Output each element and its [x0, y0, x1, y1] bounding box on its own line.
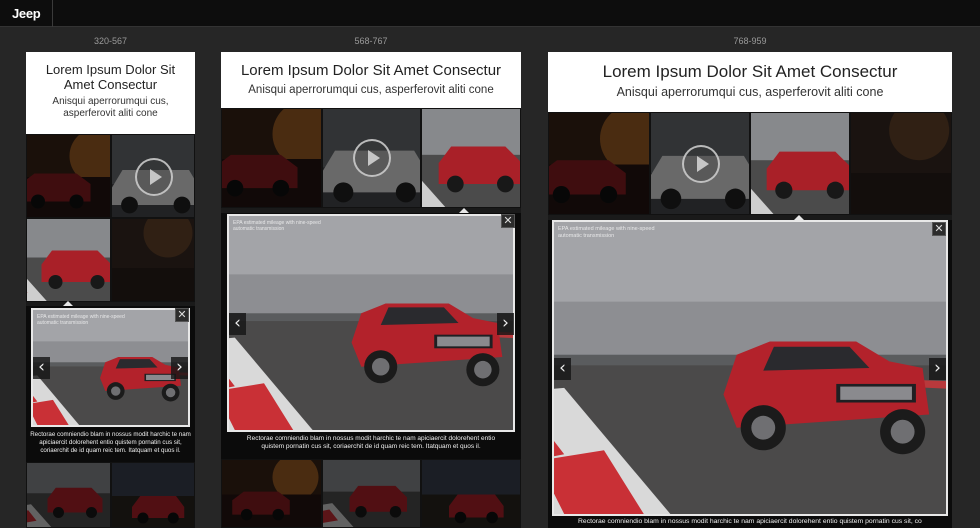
gallery-tile[interactable] — [221, 459, 322, 528]
layout-medium: Lorem Ipsum Dolor Sit Amet Consectur Ani… — [221, 52, 521, 528]
chevron-left-icon[interactable]: ‹ — [33, 357, 50, 379]
gallery-tile-selected[interactable] — [750, 112, 850, 215]
gallery-tile[interactable] — [111, 218, 195, 302]
header-subtitle: Anisqui aperrorumqui cus, asperferovit a… — [52, 96, 169, 119]
layout-large: Lorem Ipsum Dolor Sit Amet Consectur Ani… — [548, 52, 952, 528]
gallery-tile[interactable] — [26, 462, 111, 528]
chevron-right-icon[interactable]: › — [171, 357, 188, 379]
media-modal: EPA estimated mileage with nine-speed au… — [221, 213, 521, 459]
nav-divider — [52, 0, 53, 27]
close-icon[interactable]: ✕ — [175, 308, 189, 322]
modal-caption: Rectorae comniendio blam in nossus modit… — [578, 518, 922, 525]
modal-image: EPA estimated mileage with nine-speed au… — [31, 308, 190, 427]
epa-note: EPA estimated mileage with nine-speed au… — [37, 314, 125, 327]
breakpoint-label-medium: 568-767 — [354, 36, 388, 46]
gallery-tile-video[interactable] — [111, 134, 195, 218]
gallery-tile[interactable] — [26, 134, 111, 218]
gallery-tile[interactable] — [850, 112, 952, 215]
media-modal: EPA estimated mileage with nine-speed au… — [548, 220, 952, 528]
jeep-logo[interactable]: Jeep — [12, 6, 41, 21]
gallery-tile-selected[interactable] — [26, 218, 111, 302]
epa-note: EPA estimated mileage with nine-speed au… — [558, 226, 655, 239]
header-title: Lorem Ipsum Dolor Sit Amet Consectur — [240, 62, 502, 79]
gallery-tile[interactable] — [322, 459, 421, 528]
chevron-left-icon[interactable]: ‹ — [229, 313, 246, 335]
top-nav-bar: Jeep — [0, 0, 980, 27]
media-modal: EPA estimated mileage with nine-speed au… — [26, 306, 195, 462]
play-icon[interactable] — [353, 139, 391, 177]
modal-caption: Rectorae comniendio blam in nossus modit… — [246, 435, 496, 451]
layout-small: Lorem Ipsum Dolor Sit Amet Consectur Ani… — [26, 52, 195, 528]
gallery-tile[interactable] — [548, 112, 650, 215]
gallery-tile-video[interactable] — [650, 112, 750, 215]
header-title: Lorem Ipsum Dolor Sit Amet Consectur — [602, 62, 898, 81]
header-card: Lorem Ipsum Dolor Sit Amet Consectur Ani… — [26, 52, 195, 134]
header-title: Lorem Ipsum Dolor Sit Amet Consectur — [45, 62, 176, 92]
header-card: Lorem Ipsum Dolor Sit Amet Consectur Ani… — [548, 52, 952, 112]
breakpoint-label-large: 768-959 — [733, 36, 767, 46]
chevron-right-icon[interactable]: › — [497, 313, 514, 335]
gallery-tile[interactable] — [221, 108, 322, 208]
play-icon[interactable] — [135, 158, 173, 196]
modal-image: EPA estimated mileage with nine-speed au… — [552, 220, 948, 516]
epa-note: EPA estimated mileage with nine-speed au… — [233, 220, 321, 233]
modal-caption: Rectorae comniendio blam in nossus modit… — [30, 431, 191, 455]
breakpoint-label-small: 320-567 — [93, 36, 128, 46]
modal-image: EPA estimated mileage with nine-speed au… — [227, 214, 515, 432]
gallery-tile-selected[interactable] — [421, 108, 521, 208]
gallery-tile[interactable] — [421, 459, 521, 528]
chevron-left-icon[interactable]: ‹ — [554, 358, 571, 380]
header-subtitle: Anisqui aperrorumqui cus, asperferovit a… — [248, 84, 494, 96]
chevron-right-icon[interactable]: › — [929, 358, 946, 380]
gallery-tile[interactable] — [111, 462, 195, 528]
close-icon[interactable]: ✕ — [501, 214, 515, 228]
play-icon[interactable] — [682, 145, 720, 183]
gallery-tile-video[interactable] — [322, 108, 421, 208]
close-icon[interactable]: ✕ — [932, 222, 946, 236]
header-card: Lorem Ipsum Dolor Sit Amet Consectur Ani… — [221, 52, 521, 108]
header-subtitle: Anisqui aperrorumqui cus, asperferovit a… — [616, 85, 884, 99]
